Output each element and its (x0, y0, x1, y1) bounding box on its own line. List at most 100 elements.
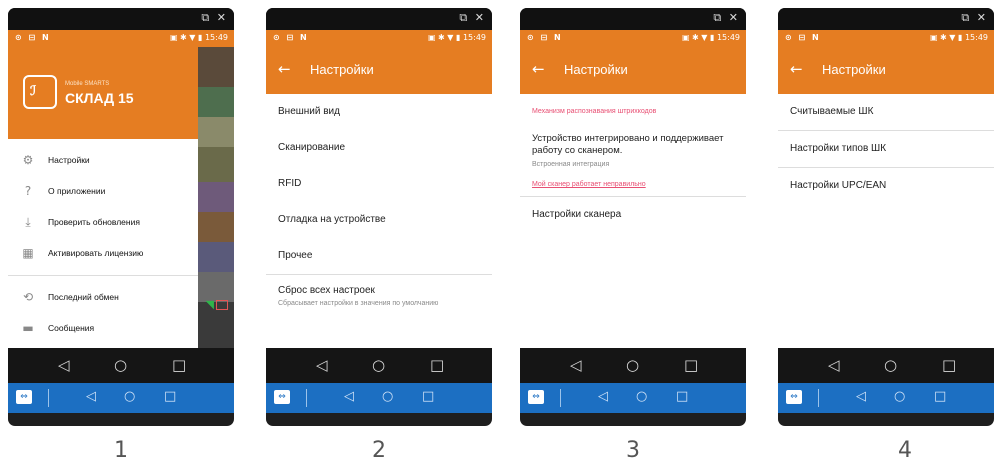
status-icons-right: ▣ ✱ ▼ ▮ 15:49 (929, 33, 988, 42)
menu-item-label: Активировать лицензию (48, 248, 144, 258)
back-arrow-icon[interactable]: ← (790, 60, 803, 78)
help-icon: ? (24, 184, 32, 198)
menu-item-messages[interactable]: ▬ Сообщения (8, 313, 198, 344)
menu-item-label: Сообщения (48, 323, 95, 333)
status-icons-left: ⊙ ⊟ N (273, 33, 309, 42)
menu-item-settings[interactable]: ⚙ Настройки (8, 145, 198, 176)
nav-home-icon[interactable]: ○ (114, 356, 127, 374)
remote-home-icon[interactable]: ○ (894, 389, 905, 404)
remote-control-bar: ⇔ ◁ ○ □ (520, 383, 746, 413)
barcode-settings-list: Считываемые ШК Настройки типов ШК Настро… (778, 94, 994, 348)
phone-screen-3: ⧉ ✕ ⊙ ⊟ N ▣ ✱ ▼ ▮ 15:49 ← Настройки Меха… (520, 8, 746, 426)
message-icon: ▬ (22, 321, 34, 335)
menu-item-label: Настройки (48, 155, 90, 165)
settings-item-other[interactable]: Прочее (266, 238, 492, 274)
settings-item-debug[interactable]: Отладка на устройстве (266, 202, 492, 238)
phone-screen-1: ⧉ ✕ ⊙ ⊟ N ▣ ✱ ▼ ▮ 15:49 ℐ Mobile SMARTS … (8, 8, 234, 426)
android-nav-bar: ◁ ○ □ (778, 348, 994, 383)
nav-recent-icon[interactable]: □ (684, 356, 698, 374)
nav-back-icon[interactable]: ◁ (570, 356, 582, 374)
nav-home-icon[interactable]: ○ (372, 356, 385, 374)
navigation-drawer: ℐ Mobile SMARTS СКЛАД 15 ⚙ Настройки ? О… (8, 47, 198, 348)
remote-recent-icon[interactable]: □ (934, 389, 946, 404)
android-nav-bar: ◁ ○ □ (8, 348, 234, 383)
menu-item-label: Последний обмен (48, 292, 119, 302)
android-nav-bar: ◁ ○ □ (520, 348, 746, 383)
status-bar: ⊙ ⊟ N ▣ ✱ ▼ ▮ 15:49 (266, 30, 492, 47)
nav-recent-icon[interactable]: □ (172, 356, 186, 374)
back-arrow-icon[interactable]: ← (532, 60, 545, 78)
remote-recent-icon[interactable]: □ (422, 389, 434, 404)
remote-control-bar: ⇔ ◁ ○ □ (266, 383, 492, 413)
page-title: Настройки (822, 62, 886, 77)
section-header: Механизм распознавания штрихкодов (532, 108, 657, 115)
brand-small: Mobile SMARTS (65, 81, 110, 87)
status-bar: ⊙ ⊟ N ▣ ✱ ▼ ▮ 15:49 (520, 30, 746, 47)
remote-back-icon[interactable]: ◁ (344, 389, 354, 404)
nav-back-icon[interactable]: ◁ (828, 356, 840, 374)
window-controls[interactable]: ⧉ ✕ (713, 11, 740, 25)
page-title: Настройки (310, 62, 374, 77)
integration-status: Устройство интегрировано и поддерживает … (532, 133, 724, 156)
screen-icon (216, 300, 228, 310)
remote-home-icon[interactable]: ○ (636, 389, 647, 404)
window-bar: ⧉ ✕ (8, 8, 234, 30)
remote-recent-icon[interactable]: □ (676, 389, 688, 404)
teamviewer-icon[interactable]: ⇔ (16, 390, 32, 404)
remote-back-icon[interactable]: ◁ (598, 389, 608, 404)
menu-item-about[interactable]: ? О приложении (8, 176, 198, 207)
settings-item-read-barcodes[interactable]: Считываемые ШК (778, 94, 994, 131)
settings-list: Внешний вид Сканирование RFID Отладка на… (266, 94, 492, 348)
status-bar: ⊙ ⊟ N ▣ ✱ ▼ ▮ 15:49 (778, 30, 994, 47)
remote-back-icon[interactable]: ◁ (856, 389, 866, 404)
settings-item-appearance[interactable]: Внешний вид (266, 94, 492, 130)
status-icons-right: ▣ ✱ ▼ ▮ 15:49 (427, 33, 486, 42)
menu-item-label: О приложении (48, 186, 106, 196)
settings-item-upc-ean[interactable]: Настройки UPC/EAN (778, 168, 994, 204)
phone-screen-2: ⧉ ✕ ⊙ ⊟ N ▣ ✱ ▼ ▮ 15:49 ← Настройки Внеш… (266, 8, 492, 426)
status-icons-left: ⊙ ⊟ N (527, 33, 563, 42)
nav-recent-icon[interactable]: □ (430, 356, 444, 374)
settings-item-rfid[interactable]: RFID (266, 166, 492, 202)
remote-back-icon[interactable]: ◁ (86, 389, 96, 404)
window-controls[interactable]: ⧉ ✕ (201, 11, 228, 25)
integration-type: Встроенная интеграция (532, 161, 610, 168)
nav-recent-icon[interactable]: □ (942, 356, 956, 374)
nav-back-icon[interactable]: ◁ (58, 356, 70, 374)
remote-home-icon[interactable]: ○ (382, 389, 393, 404)
window-controls[interactable]: ⧉ ✕ (961, 11, 988, 25)
settings-item-scanning[interactable]: Сканирование (266, 130, 492, 166)
bar-separator (306, 389, 307, 407)
gear-icon: ⚙ (22, 153, 34, 167)
caption-1: 1 (114, 438, 128, 463)
menu-divider (8, 275, 198, 276)
teamviewer-icon[interactable]: ⇔ (786, 390, 802, 404)
settings-item-barcode-types[interactable]: Настройки типов ШК (778, 131, 994, 168)
download-icon: ⤓ (25, 215, 31, 229)
scanner-settings-item[interactable]: Настройки сканера (520, 196, 746, 232)
logo-mark-icon: ℐ (30, 83, 37, 98)
back-arrow-icon[interactable]: ← (278, 60, 291, 78)
window-controls[interactable]: ⧉ ✕ (459, 11, 486, 25)
reset-description: Сбрасывает настройки в значения по умолч… (278, 300, 439, 307)
sync-icon: ⟲ (22, 290, 34, 304)
teamviewer-icon[interactable]: ⇔ (528, 390, 544, 404)
teamviewer-icon[interactable]: ⇔ (274, 390, 290, 404)
nav-home-icon[interactable]: ○ (884, 356, 897, 374)
bar-separator (560, 389, 561, 407)
menu-item-last-exchange[interactable]: ⟲ Последний обмен (8, 282, 198, 313)
status-icons-right: ▣ ✱ ▼ ▮ 15:49 (169, 33, 228, 42)
app-logo (23, 75, 57, 109)
menu-item-activate-license[interactable]: ▦ Активировать лицензию (8, 238, 198, 269)
remote-recent-icon[interactable]: □ (164, 389, 176, 404)
settings-item-reset[interactable]: Сброс всех настроек Сбрасывает настройки… (266, 274, 492, 322)
nav-home-icon[interactable]: ○ (626, 356, 639, 374)
nav-back-icon[interactable]: ◁ (316, 356, 328, 374)
app-bar: ← Настройки (266, 47, 492, 94)
menu-item-check-updates[interactable]: ⤓ Проверить обновления (8, 207, 198, 238)
app-bar: ← Настройки (520, 47, 746, 94)
scanner-problem-link[interactable]: Мой сканер работает неправильно (532, 181, 734, 188)
bar-separator (48, 389, 49, 407)
remote-home-icon[interactable]: ○ (124, 389, 135, 404)
menu-item-label: Проверить обновления (48, 217, 140, 227)
